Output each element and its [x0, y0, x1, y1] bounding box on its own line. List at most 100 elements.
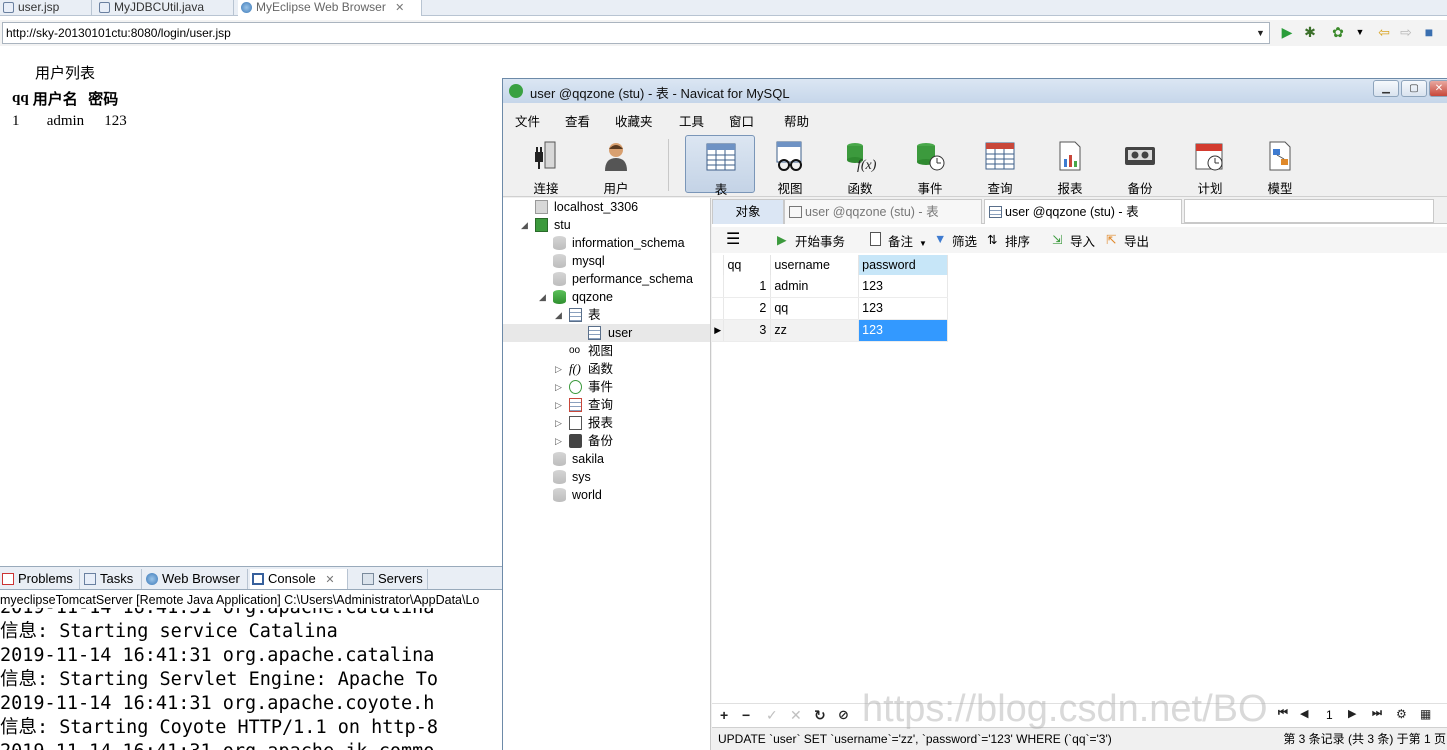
column-header-username[interactable]: username [770, 255, 860, 275]
expand-icon[interactable]: ▷ [555, 378, 562, 396]
menu-file[interactable]: 文件 [515, 111, 540, 130]
menu-view[interactable]: 查看 [565, 111, 590, 130]
grid-cell[interactable]: 3 [723, 319, 772, 342]
apply-button[interactable]: ✓ [766, 707, 778, 724]
grid-cell[interactable]: zz [770, 319, 860, 342]
column-header-qq[interactable]: qq [723, 255, 772, 275]
debug-icon[interactable]: ✱ [1302, 24, 1318, 40]
event-button[interactable]: 事件 [895, 135, 965, 196]
connect-button[interactable]: 连接 [511, 135, 581, 196]
collapse-icon[interactable]: ◢ [521, 216, 528, 234]
menu-favorites[interactable]: 收藏夹 [615, 111, 653, 130]
column-header-password[interactable]: password [858, 255, 948, 275]
table-row[interactable]: 1 admin 123 [712, 275, 948, 298]
collapse-icon[interactable]: ◢ [539, 288, 546, 306]
minimize-button[interactable]: ▁ [1373, 80, 1399, 97]
settings-icon[interactable]: ⚙ [1396, 707, 1407, 721]
url-input[interactable]: http://sky-20130101ctu:8080/login/user.j… [2, 22, 1270, 44]
first-page-icon[interactable]: ⏮ [1278, 707, 1288, 720]
tree-label: 事件 [588, 380, 614, 394]
stop-icon[interactable]: ⊘ [838, 707, 849, 723]
begin-transaction-button[interactable]: ▶ 开始事务 [777, 231, 845, 250]
back-icon[interactable]: ⇦ [1376, 24, 1392, 40]
view-button[interactable]: 视图 [755, 135, 825, 196]
import-button[interactable]: ⇲ 导入 [1052, 231, 1095, 250]
expand-icon[interactable]: ▷ [555, 414, 562, 432]
last-page-icon[interactable]: ⏭ [1372, 707, 1382, 720]
add-record-button[interactable]: + [720, 707, 728, 723]
tab-user-table[interactable]: user @qqzone (stu) - 表 [784, 199, 982, 224]
page-number: 1 [1326, 708, 1333, 722]
close-icon[interactable]: ✕ [395, 2, 404, 14]
table-row[interactable]: ▶ 3 zz 123 [712, 319, 948, 342]
grid-cell[interactable]: admin [770, 275, 860, 298]
stop-icon[interactable]: ■ [1421, 24, 1437, 40]
query-button[interactable]: 查询 [965, 135, 1035, 196]
tab-label: user.jsp [18, 0, 60, 14]
problems-icon [2, 573, 14, 585]
memo-button[interactable]: 备注 ▼ [870, 231, 927, 250]
grid-cell[interactable]: qq [770, 297, 860, 320]
tab-user-table-data[interactable]: user @qqzone (stu) - 表 [984, 199, 1182, 224]
expand-icon[interactable]: ▷ [555, 360, 562, 378]
model-button[interactable]: 模型 [1245, 135, 1315, 196]
column-header: qq [12, 90, 29, 106]
user-button[interactable]: 用户 [581, 135, 651, 196]
function-button[interactable]: f(x) 函数 [825, 135, 895, 196]
maximize-button[interactable]: ▢ [1401, 80, 1427, 97]
report-button[interactable]: 报表 [1035, 135, 1105, 196]
discard-button[interactable]: ✕ [790, 707, 802, 724]
expand-icon[interactable]: ▷ [555, 396, 562, 414]
grid-cell[interactable]: 1 [723, 275, 772, 298]
tab-web-browser[interactable]: Web Browser [144, 569, 248, 589]
expand-icon[interactable]: ▷ [555, 432, 562, 450]
search-input[interactable] [1184, 199, 1434, 223]
tab-console[interactable]: Console ✕ [250, 569, 348, 589]
grid-cell[interactable]: 123 [858, 275, 948, 298]
backup-button[interactable]: 备份 [1105, 135, 1175, 196]
filter-button[interactable]: ▼ 筛选 [934, 231, 977, 250]
data-grid[interactable]: qq username password 1 admin 123 2 qq 12… [712, 255, 948, 342]
grid-cell[interactable]: 123 [858, 297, 948, 320]
grid-cell-selected[interactable]: 123 [858, 319, 948, 342]
table-row[interactable]: 2 qq 123 [712, 297, 948, 320]
tab-problems[interactable]: Problems [0, 569, 80, 589]
tab-web-browser[interactable]: MyEclipse Web Browser ✕ [238, 0, 422, 16]
delete-record-button[interactable]: − [742, 707, 750, 723]
query-icon [569, 398, 582, 412]
button-label: 备注 [888, 235, 914, 249]
tree-item-user-table[interactable]: user [503, 324, 710, 342]
menu-icon[interactable]: ☰ [726, 229, 740, 249]
menu-window[interactable]: 窗口 [729, 111, 754, 130]
run-config-icon[interactable]: ✿ [1330, 24, 1346, 40]
chevron-down-icon[interactable]: ▼ [1352, 24, 1368, 40]
forward-icon[interactable]: ⇨ [1398, 24, 1414, 40]
chevron-down-icon[interactable]: ▼ [1256, 28, 1265, 38]
tab-servers[interactable]: Servers [360, 569, 428, 589]
go-icon[interactable]: ▶ [1279, 24, 1295, 40]
refresh-icon[interactable]: ↻ [814, 707, 826, 724]
tab-myjdbcutil-java[interactable]: MyJDBCUtil.java [96, 0, 234, 16]
view-icon: oo [569, 345, 581, 356]
collapse-icon[interactable]: ◢ [555, 306, 562, 324]
export-button[interactable]: ⇱ 导出 [1106, 231, 1149, 250]
close-button[interactable]: ✕ [1429, 80, 1447, 97]
toolbar-label: 函数 [847, 182, 873, 196]
next-page-icon[interactable]: ▶ [1348, 707, 1356, 720]
menu-help[interactable]: 帮助 [784, 111, 809, 130]
tab-tasks[interactable]: Tasks [82, 569, 142, 589]
console-output[interactable]: 2019-11-14 16:41:31 org.apache.catalina信… [0, 608, 502, 750]
table-button[interactable]: 表 [685, 135, 755, 197]
java-file-icon [99, 2, 110, 13]
grid-view-icon[interactable]: ▦ [1420, 707, 1431, 721]
tab-user-jsp[interactable]: user.jsp [0, 0, 92, 16]
console-line: 2019-11-14 16:41:31 org.apache.catalina [0, 608, 502, 620]
menu-tools[interactable]: 工具 [679, 111, 704, 130]
tree-label: 函数 [588, 362, 614, 376]
prev-page-icon[interactable]: ◀ [1300, 707, 1308, 720]
close-icon[interactable]: ✕ [325, 574, 334, 586]
schedule-button[interactable]: 计划 [1175, 135, 1245, 196]
tab-objects[interactable]: 对象 [712, 199, 784, 224]
grid-cell[interactable]: 2 [723, 297, 772, 320]
sort-button[interactable]: ⇅ 排序 [987, 231, 1030, 250]
